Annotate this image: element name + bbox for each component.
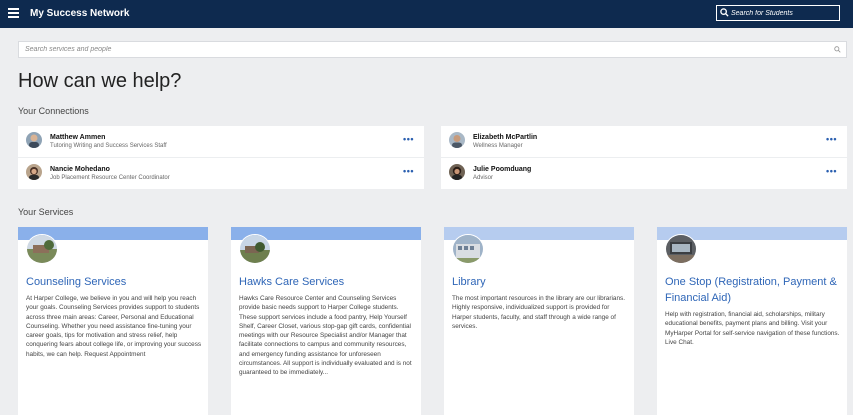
service-description: The most important resources in the libr… [452,295,625,330]
avatar [26,164,42,180]
service-card-library[interactable]: Library The most important resources in … [444,227,634,415]
connection-role: Job Placement Resource Center Coordinato… [50,175,170,181]
connection-name: Matthew Ammen [50,134,106,141]
search-icon [720,8,729,17]
connection-row[interactable]: Matthew Ammen Tutoring Writing and Succe… [18,126,424,158]
service-card-hawks-care[interactable]: Hawks Care Services Hawks Care Resource … [231,227,421,415]
more-options-icon[interactable]: ••• [403,166,414,176]
services-heading: Your Services [18,207,74,217]
service-title[interactable]: Hawks Care Services [239,274,417,290]
hamburger-menu-icon[interactable] [8,8,19,18]
service-description: Hawks Care Resource Center and Counselin… [239,295,412,377]
services-search-box[interactable] [18,41,847,58]
connection-row[interactable]: Elizabeth McPartlin Wellness Manager ••• [441,126,847,158]
app-title: My Success Network [30,8,130,19]
connection-role: Wellness Manager [473,143,523,149]
service-description: Help with registration, financial aid, s… [665,311,840,346]
service-card-one-stop[interactable]: One Stop (Registration, Payment & Financ… [657,227,847,415]
more-options-icon[interactable]: ••• [403,134,414,144]
service-image [665,234,697,264]
search-icon[interactable] [834,46,841,53]
connection-name: Elizabeth McPartlin [473,134,538,141]
student-search-input[interactable] [731,7,835,19]
connections-heading: Your Connections [18,106,89,116]
more-options-icon[interactable]: ••• [826,134,837,144]
avatar [449,164,465,180]
page-title: How can we help? [18,70,182,92]
service-title[interactable]: Library [452,274,630,290]
services-search-input[interactable] [25,43,825,56]
service-card-counseling[interactable]: Counseling Services At Harper College, w… [18,227,208,415]
service-image [239,234,271,264]
connection-name: Julie Poomduang [473,166,532,173]
avatar [26,132,42,148]
connections-card-left: Matthew Ammen Tutoring Writing and Succe… [18,126,424,189]
connection-row[interactable]: Nancie Mohedano Job Placement Resource C… [18,158,424,189]
top-app-bar: My Success Network [0,0,853,28]
service-title[interactable]: One Stop (Registration, Payment & Financ… [665,274,843,306]
service-image [26,234,58,264]
service-description: At Harper College, we believe in you and… [26,295,202,358]
connection-role: Advisor [473,175,494,181]
more-options-icon[interactable]: ••• [826,166,837,176]
avatar [449,132,465,148]
connection-name: Nancie Mohedano [50,166,110,173]
connection-role: Tutoring Writing and Success Services St… [50,143,167,149]
service-title[interactable]: Counseling Services [26,274,204,290]
connection-row[interactable]: Julie Poomduang Advisor ••• [441,158,847,189]
connections-card-right: Elizabeth McPartlin Wellness Manager •••… [441,126,847,189]
service-image [452,234,484,264]
student-search-box[interactable] [716,5,840,21]
